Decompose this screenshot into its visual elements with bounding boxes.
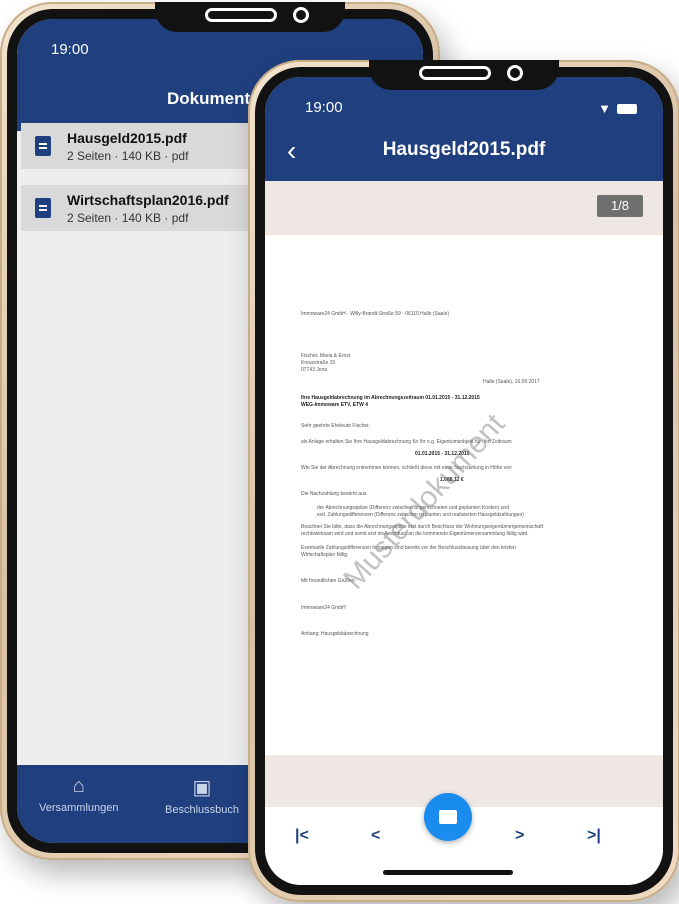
battery-icon	[617, 103, 637, 114]
pdf-subject-line: Ihre Hausgeldabrechnung im Abrechnungsze…	[301, 395, 480, 401]
home-indicator	[383, 870, 513, 875]
page-title: Dokumente	[167, 89, 260, 108]
status-time: 19:00	[51, 41, 89, 58]
document-name: Wirtschaftsplan2016.pdf	[67, 191, 229, 208]
pdf-recipient-line: Kreuzstraße 15	[301, 360, 336, 366]
pdf-attachment-line: Anhang: Hausgeldabrechnung	[301, 631, 369, 637]
tab-versammlungen[interactable]: ⌂ Versammlungen	[39, 775, 119, 814]
document-title: Hausgeld2015.pdf	[382, 139, 546, 160]
tab-beschlussbuch[interactable]: ▣ Beschlussbuch	[165, 775, 239, 816]
pdf-company-line: Immoware24 GmbH	[301, 605, 346, 611]
next-page-button[interactable]: >	[515, 827, 524, 845]
status-time: 19:00	[305, 99, 343, 116]
pdf-body-line: Die Nachzahlung besteht aus	[301, 491, 367, 497]
pdf-date-line: Halle (Saale), 16.09.2017	[483, 379, 540, 385]
document-meta: 2 Seiten · 140 KB · pdf	[67, 210, 189, 225]
pdf-body-line: Wirtschaftsplan fällig.	[301, 552, 349, 558]
camera-icon	[293, 7, 309, 23]
tab-label: Versammlungen	[39, 802, 119, 814]
pdf-body-line: Eventuelle Zahlungsdifferenzen hingegen …	[301, 545, 516, 551]
front-phone: 19:00 ▼ ‹ Hausgeld2015.pdf 1/8 Immoware2…	[248, 60, 679, 902]
pdf-recipient-line: Fischer, Maria & Ernst	[301, 353, 351, 359]
home-icon: ⌂	[72, 775, 85, 797]
page-indicator: 1/8	[597, 195, 643, 217]
book-open-icon	[439, 810, 457, 824]
watermark-text: Musterdokument	[337, 407, 512, 596]
document-meta: 2 Seiten · 140 KB · pdf	[67, 148, 189, 163]
last-page-button[interactable]: >|	[587, 827, 601, 845]
pdf-subject-line: WEG-Immoware ETV, ETW 4	[301, 402, 369, 408]
previous-page-button[interactable]: <	[371, 827, 380, 845]
camera-icon	[507, 65, 523, 81]
page-strip: 1/8	[265, 181, 663, 235]
view-mode-button[interactable]	[424, 793, 472, 841]
pdf-recipient-line: 07743 Jena	[301, 367, 328, 373]
pdf-salutation-line: Sehr geehrte Eheleute Fischer,	[301, 423, 370, 429]
status-icons: ▼	[598, 101, 637, 116]
first-page-button[interactable]: |<	[295, 827, 309, 845]
phone-notch	[369, 60, 559, 90]
pdf-viewer-screen: 19:00 ▼ ‹ Hausgeld2015.pdf 1/8 Immoware2…	[265, 77, 663, 885]
document-name: Hausgeld2015.pdf	[67, 129, 187, 146]
pdf-sender-line: Immoware24 GmbH · Willy-Brandt-Straße 59…	[301, 311, 450, 317]
document-icon	[35, 198, 51, 218]
wifi-icon: ▼	[598, 101, 611, 116]
book-icon: ▣	[192, 777, 212, 799]
phone-notch	[155, 2, 345, 32]
document-icon	[35, 136, 51, 156]
pdf-page[interactable]: Immoware24 GmbH · Willy-Brandt-Straße 59…	[265, 235, 663, 755]
speaker-icon	[205, 8, 277, 22]
tab-label: Beschlussbuch	[165, 804, 239, 816]
viewer-header: 19:00 ▼ ‹ Hausgeld2015.pdf	[265, 77, 663, 181]
speaker-icon	[419, 66, 491, 80]
